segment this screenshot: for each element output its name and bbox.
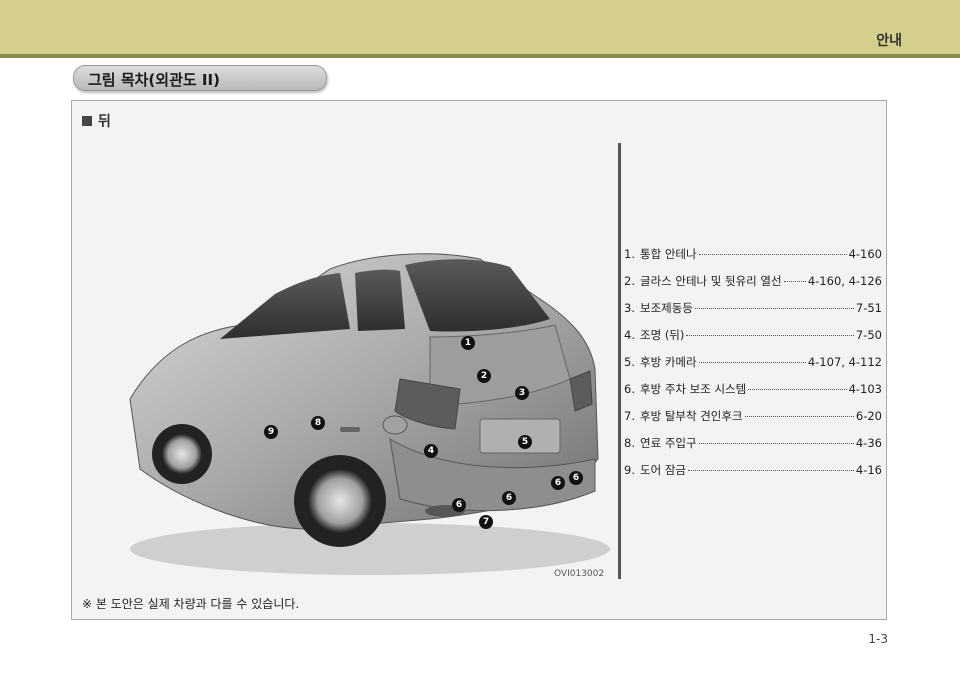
legend-item[interactable]: 6. 후방 주차 보조 시스템 4-103 xyxy=(624,381,882,408)
view-heading: 뒤 xyxy=(82,111,111,131)
disclaimer-footnote: ※ 본 도안은 실제 차량과 다를 수 있습니다. xyxy=(82,597,300,611)
svg-text:6: 6 xyxy=(573,473,579,483)
callout-3: 3 xyxy=(515,386,529,400)
header-band xyxy=(0,0,960,54)
page-title: 그림 목차(외관도 II) xyxy=(88,71,220,89)
svg-text:4: 4 xyxy=(428,446,434,456)
callout-9: 9 xyxy=(264,425,278,439)
callout-5: 5 xyxy=(518,435,532,449)
rear-side-window xyxy=(355,269,405,331)
svg-text:6: 6 xyxy=(456,500,462,510)
svg-text:2: 2 xyxy=(481,371,487,381)
callout-7: 7 xyxy=(479,515,493,529)
svg-text:6: 6 xyxy=(555,478,561,488)
callout-4: 4 xyxy=(424,444,438,458)
callout-2: 2 xyxy=(477,369,491,383)
callout-6a: 6 xyxy=(452,498,466,512)
car-rear-illustration: 1 2 3 4 5 6 6 6 6 7 8 9 xyxy=(129,253,610,575)
square-bullet-icon xyxy=(82,116,92,126)
svg-text:6: 6 xyxy=(506,493,512,503)
header-rule xyxy=(0,54,960,58)
callout-6b: 6 xyxy=(502,491,516,505)
door-handle xyxy=(340,427,360,432)
view-heading-text: 뒤 xyxy=(98,114,111,130)
vertical-divider xyxy=(618,143,621,579)
legend-item[interactable]: 8. 연료 주입구 4-36 xyxy=(624,435,882,462)
svg-text:3: 3 xyxy=(519,388,525,398)
figure-code: OVI013002 xyxy=(554,569,605,579)
legend-item[interactable]: 2. 글라스 안테나 및 뒷유리 열선 4-160, 4-126 xyxy=(624,273,882,300)
legend-item[interactable]: 3. 보조제동등 7-51 xyxy=(624,300,882,327)
callout-1: 1 xyxy=(461,336,475,350)
page-number: 1-3 xyxy=(868,632,888,646)
legend-item[interactable]: 9. 도어 잠금 4-16 xyxy=(624,462,882,489)
legend-item[interactable]: 5. 후방 카메라 4-107, 4-112 xyxy=(624,354,882,381)
svg-text:9: 9 xyxy=(268,427,274,437)
section-label: 안내 xyxy=(876,33,902,49)
page-title-pill: 그림 목차(외관도 II) xyxy=(73,65,327,91)
callout-6c: 6 xyxy=(551,476,565,490)
fuel-door xyxy=(382,415,408,435)
svg-text:7: 7 xyxy=(483,517,489,527)
legend-item[interactable]: 7. 후방 탈부착 견인후크 6-20 xyxy=(624,408,882,435)
figure-panel: 뒤 1 2 3 4 5 6 6 6 6 7 8 9 OVI013002 1. 통… xyxy=(71,100,887,620)
side-window xyxy=(220,273,350,339)
callout-6d: 6 xyxy=(569,471,583,485)
svg-text:8: 8 xyxy=(315,418,321,428)
svg-text:5: 5 xyxy=(522,437,528,447)
license-plate xyxy=(479,418,561,454)
legend-item[interactable]: 4. 조명 (뒤) 7-50 xyxy=(624,327,882,354)
svg-text:1: 1 xyxy=(465,338,471,348)
rear-window xyxy=(405,259,550,332)
legend-list: 1. 통합 안테나 4-160 2. 글라스 안테나 및 뒷유리 열선 4-160, 4… xyxy=(624,246,882,489)
legend-item[interactable]: 1. 통합 안테나 4-160 xyxy=(624,246,882,273)
callout-8: 8 xyxy=(311,416,325,430)
